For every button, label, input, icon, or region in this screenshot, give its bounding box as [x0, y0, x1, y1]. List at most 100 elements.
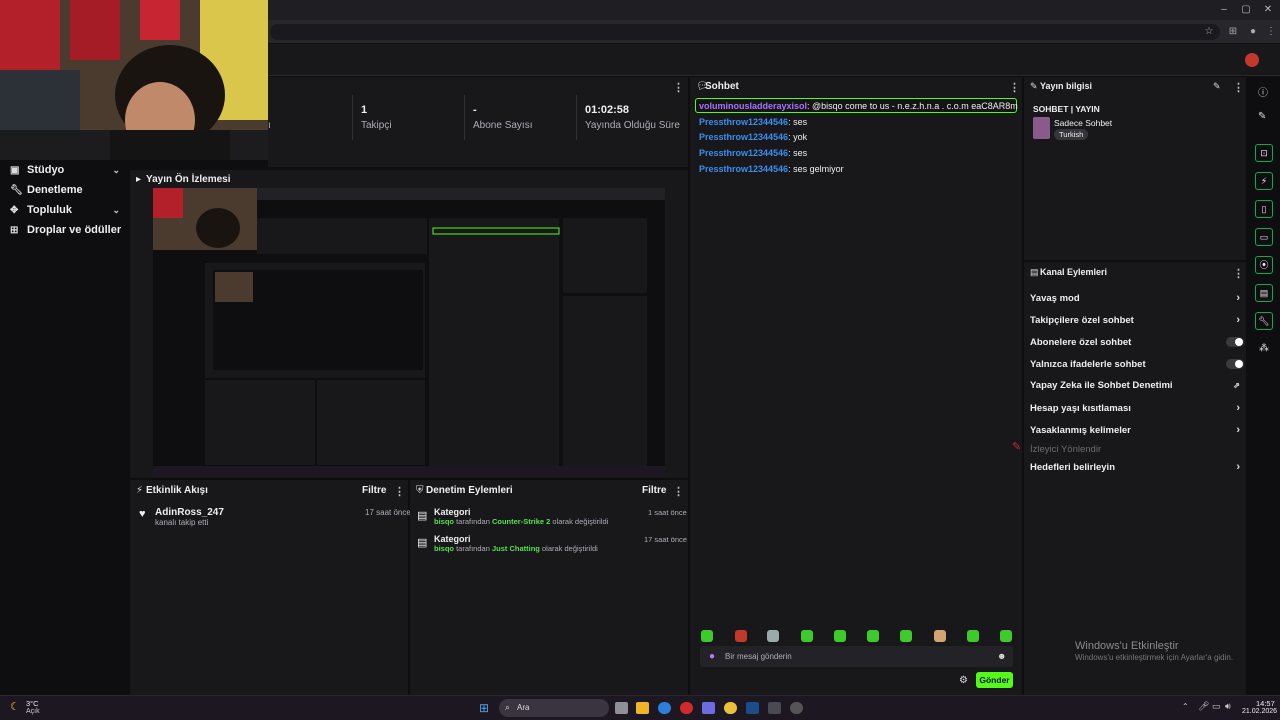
- avatar[interactable]: [1245, 53, 1259, 67]
- profile-icon[interactable]: ●: [1246, 26, 1260, 38]
- rail-button-4[interactable]: ▭: [1255, 228, 1273, 246]
- activity-filter-button[interactable]: Filtre: [362, 485, 386, 496]
- more-icon[interactable]: ⋮: [1233, 81, 1244, 94]
- action-followers-only[interactable]: Takipçilere özel sohbet ›: [1030, 311, 1244, 329]
- sidebar-item-label: Stüdyo: [27, 164, 65, 176]
- category-thumbnail: [1033, 117, 1050, 139]
- action-goals[interactable]: Hedefleri belirleyin ›: [1030, 458, 1244, 476]
- activity-user[interactable]: AdinRoss_247: [155, 507, 224, 518]
- emote-icon[interactable]: [867, 630, 879, 642]
- action-raid[interactable]: İzleyici Yönlendir: [1030, 440, 1244, 458]
- emote-icon[interactable]: [834, 630, 846, 642]
- sidebar-item-moderation[interactable]: 🔧︎ Denetleme: [0, 180, 130, 200]
- close-icon[interactable]: ✕: [1256, 3, 1280, 17]
- emote-icon[interactable]: [1000, 630, 1012, 642]
- rail-button-1[interactable]: ⊡: [1255, 144, 1273, 162]
- more-icon[interactable]: ⋮: [394, 485, 405, 498]
- opera-icon[interactable]: [680, 702, 693, 714]
- emote-icon[interactable]: [934, 630, 946, 642]
- action-ai-moderation[interactable]: Yapay Zeka ile Sohbet Denetimi ⇗: [1030, 376, 1244, 394]
- preview-play-icon: ▸: [136, 174, 142, 185]
- subscribers-only-toggle[interactable]: [1226, 337, 1244, 347]
- emote-only-toggle[interactable]: [1226, 359, 1244, 369]
- sidebar-item-drops[interactable]: ⊞ Droplar ve ödüller: [0, 220, 130, 240]
- rail-button-7[interactable]: 🔧︎: [1255, 312, 1273, 330]
- action-emote-only: Yalnızca ifadelerle sohbet: [1030, 355, 1244, 373]
- moderation-item-title: Kategori: [434, 507, 471, 517]
- clock-date[interactable]: 21.02.2026: [1242, 708, 1277, 715]
- sidebar-item-community[interactable]: ✥ Topluluk ⌄: [0, 200, 130, 220]
- more-icon[interactable]: ⋮: [673, 485, 684, 498]
- volume-icon[interactable]: 🔊︎: [1225, 701, 1231, 712]
- moderator-name[interactable]: bisqo: [434, 544, 454, 553]
- star-icon[interactable]: ☆: [1202, 26, 1216, 38]
- chrome-icon[interactable]: [724, 702, 737, 714]
- pencil-icon[interactable]: ✎: [1258, 111, 1266, 122]
- send-button[interactable]: Gönder: [976, 672, 1013, 688]
- more-icon[interactable]: ⋮: [1009, 81, 1020, 94]
- chat-title: Sohbet: [705, 81, 739, 92]
- more-icon[interactable]: ⋮: [1233, 267, 1244, 280]
- text-segment: tarafından: [456, 517, 490, 526]
- rail-button-3[interactable]: ▯: [1255, 200, 1273, 218]
- maximize-icon[interactable]: ▢: [1234, 3, 1258, 17]
- emote-icon[interactable]: [767, 630, 779, 642]
- info-icon[interactable]: ⓘ: [1258, 84, 1268, 99]
- moderator-name[interactable]: bisqo: [434, 517, 454, 526]
- minimize-icon[interactable]: –: [1212, 3, 1236, 17]
- gear-icon[interactable]: ⚙︎: [959, 675, 968, 686]
- chat-username[interactable]: voluminousladderayxisol: [699, 101, 807, 111]
- action-slow-mode[interactable]: Yavaş mod ›: [1030, 289, 1244, 307]
- stream-preview[interactable]: [153, 188, 665, 476]
- moderation-item-text: bisqo tarafından Counter-Strike 2 olarak…: [434, 517, 608, 526]
- microphone-icon[interactable]: 🎤︎: [1198, 701, 1209, 712]
- steam-icon[interactable]: [746, 702, 759, 714]
- wrench-icon: 🔧︎: [10, 184, 23, 196]
- category-name[interactable]: Counter-Strike 2: [492, 517, 550, 526]
- network-icon[interactable]: ▭: [1212, 701, 1221, 712]
- puzzle-icon[interactable]: ⁂: [1259, 343, 1269, 354]
- clock-time[interactable]: 14:57: [1256, 699, 1275, 708]
- chat-username[interactable]: Pressthrow12344546: [699, 164, 788, 174]
- emote-icon[interactable]: [801, 630, 813, 642]
- edge-icon[interactable]: [658, 702, 671, 714]
- weather-temp[interactable]: 3°C: [26, 699, 39, 708]
- sidebar-item-studio[interactable]: ▣ Stüdyo ⌄: [0, 160, 130, 180]
- task-view-icon[interactable]: [615, 702, 628, 714]
- chat-username[interactable]: Pressthrow12344546: [699, 117, 788, 127]
- tag-badge: Turkish: [1054, 129, 1089, 140]
- action-label: Abonelere özel sohbet: [1030, 336, 1132, 348]
- action-banned-words[interactable]: Yasaklanmış kelimeler ›: [1030, 421, 1244, 439]
- moon-icon: ☾: [10, 701, 20, 713]
- category-name[interactable]: Just Chatting: [492, 544, 540, 553]
- rail-button-2[interactable]: ⚡︎: [1255, 172, 1273, 190]
- url-field[interactable]: [270, 24, 1220, 40]
- action-account-age[interactable]: Hesap yaşı kısıtlaması ›: [1030, 399, 1244, 417]
- obs-icon[interactable]: [768, 702, 781, 714]
- app-icon[interactable]: [790, 702, 803, 714]
- shield-icon: ⛨: [416, 485, 424, 496]
- folder-icon[interactable]: [636, 702, 649, 714]
- more-icon[interactable]: ⋮: [673, 81, 684, 94]
- moderation-filter-button[interactable]: Filtre: [642, 485, 666, 496]
- rail-button-6[interactable]: ▤: [1255, 284, 1273, 302]
- emote-icon[interactable]: [735, 630, 747, 642]
- chevron-up-icon[interactable]: ⌃: [1182, 702, 1189, 711]
- chat-username[interactable]: Pressthrow12344546: [699, 132, 788, 142]
- extensions-icon[interactable]: ⊞: [1226, 26, 1240, 38]
- microphone-icon[interactable]: ●: [709, 651, 715, 662]
- emoji-icon[interactable]: ☻: [997, 651, 1006, 661]
- category-icon: ▤: [417, 537, 428, 549]
- emote-icon[interactable]: [967, 630, 979, 642]
- taskbar-search[interactable]: [499, 699, 609, 717]
- edit-icon[interactable]: ✎: [1213, 81, 1221, 92]
- emote-icon[interactable]: [701, 630, 713, 642]
- discord-icon[interactable]: [702, 702, 715, 714]
- divider: [576, 95, 577, 140]
- windows-start-icon[interactable]: ⊞: [479, 701, 489, 715]
- emote-icon[interactable]: [900, 630, 912, 642]
- chat-text: : yok: [788, 132, 808, 142]
- rail-button-5[interactable]: ⦿: [1255, 256, 1273, 274]
- menu-icon[interactable]: ⋮: [1264, 26, 1278, 38]
- chat-username[interactable]: Pressthrow12344546: [699, 148, 788, 158]
